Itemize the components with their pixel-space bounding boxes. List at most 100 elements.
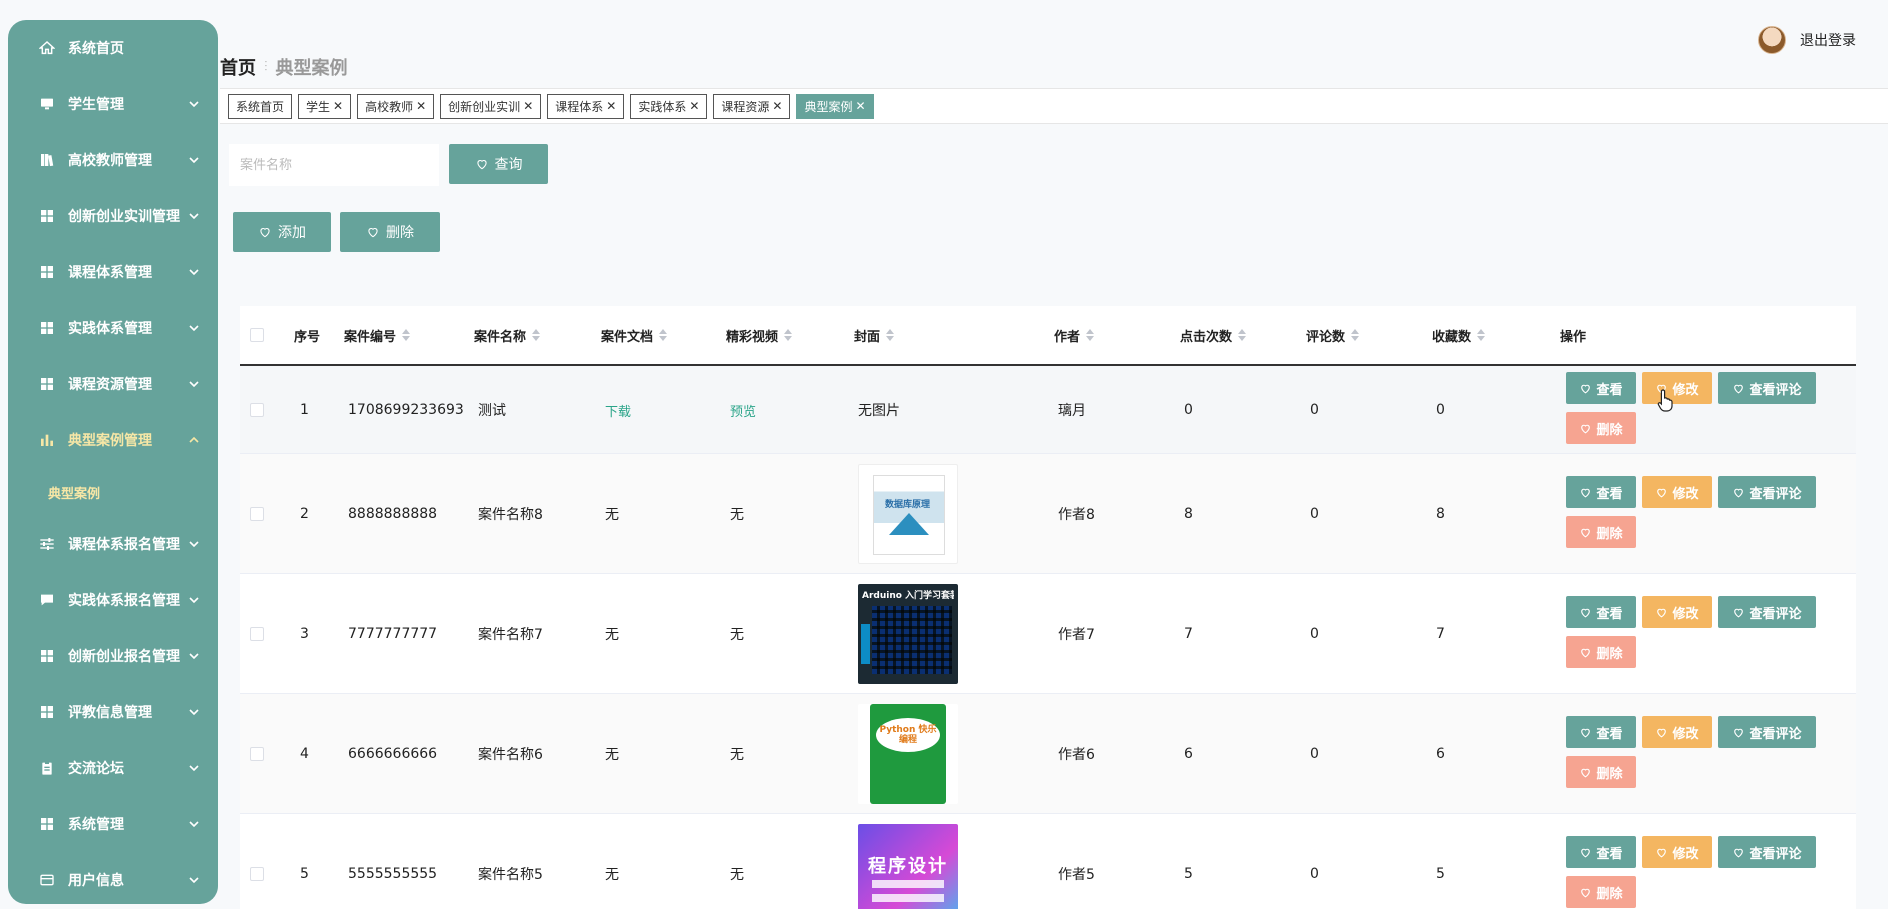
search-input[interactable]: [229, 144, 439, 186]
view-button[interactable]: 查看: [1566, 596, 1636, 628]
tag-1[interactable]: 学生 ✕: [298, 93, 352, 119]
sort-icon[interactable]: [1238, 329, 1247, 341]
sort-icon[interactable]: [1477, 329, 1486, 341]
column-header-1[interactable]: 案件编号: [344, 326, 411, 345]
heart-icon: [1581, 608, 1591, 617]
column-header-6[interactable]: 作者: [1054, 326, 1095, 345]
sidebar-item-8[interactable]: 课程体系报名管理: [8, 516, 218, 572]
table-row[interactable]: 3 7777777777 案件名称7 无 无 Arduino 入门学习套装 作者7 7 0 7 查看…: [240, 574, 1856, 694]
edit-button[interactable]: 修改: [1642, 476, 1712, 508]
view-button[interactable]: 查看: [1566, 716, 1636, 748]
sidebar-item-2[interactable]: 高校教师管理: [8, 132, 218, 188]
column-header-2[interactable]: 案件名称: [474, 326, 541, 345]
heart-icon: [1734, 728, 1744, 737]
close-icon[interactable]: ✕: [606, 99, 616, 113]
tag-0[interactable]: 系统首页: [228, 93, 293, 119]
row-checkbox[interactable]: [250, 507, 264, 521]
view-comments-button[interactable]: 查看评论: [1718, 596, 1816, 628]
cell-doc: 无: [605, 867, 619, 883]
row-delete-button[interactable]: 删除: [1566, 756, 1636, 788]
sidebar-item-7[interactable]: 典型案例管理: [8, 412, 218, 468]
sidebar-item-3[interactable]: 创新创业实训管理: [8, 188, 218, 244]
sort-icon[interactable]: [532, 329, 541, 341]
sidebar-item-12[interactable]: 交流论坛: [8, 740, 218, 796]
row-checkbox[interactable]: [250, 747, 264, 761]
logout-button[interactable]: 退出登录: [1800, 30, 1856, 50]
view-button[interactable]: 查看: [1566, 372, 1636, 404]
tag-7[interactable]: 典型案例 ✕: [796, 93, 874, 119]
sidebar-item-1[interactable]: 学生管理: [8, 76, 218, 132]
sidebar-item-10[interactable]: 创新创业报名管理: [8, 628, 218, 684]
column-header-7[interactable]: 点击次数: [1180, 326, 1247, 345]
edit-button[interactable]: 修改: [1642, 716, 1712, 748]
cell-video[interactable]: 预览: [730, 401, 756, 420]
close-icon[interactable]: ✕: [333, 99, 343, 113]
sidebar-item-11[interactable]: 评教信息管理: [8, 684, 218, 740]
table-row[interactable]: 5 5555555555 案件名称5 无无程序设计 作者5 5 0 5 查看 修改 查看评论 删除: [240, 814, 1856, 909]
tag-4[interactable]: 课程体系 ✕: [547, 93, 625, 119]
row-checkbox[interactable]: [250, 627, 264, 641]
tag-6[interactable]: 课程资源 ✕: [713, 93, 791, 119]
checkbox[interactable]: [250, 328, 264, 342]
sidebar-item-14[interactable]: 用户信息: [8, 852, 218, 904]
view-comments-button[interactable]: 查看评论: [1718, 372, 1816, 404]
sidebar-item-5[interactable]: 实践体系管理: [8, 300, 218, 356]
close-icon[interactable]: ✕: [689, 99, 699, 113]
sort-icon[interactable]: [1086, 329, 1095, 341]
sort-icon[interactable]: [659, 329, 668, 341]
edit-button[interactable]: 修改: [1642, 596, 1712, 628]
tag-5[interactable]: 实践体系 ✕: [630, 93, 708, 119]
sort-icon[interactable]: [886, 329, 895, 341]
cell-clicks: 0: [1184, 402, 1193, 418]
sidebar-item-6[interactable]: 课程资源管理: [8, 356, 218, 412]
cell-doc[interactable]: 下载: [605, 401, 631, 420]
avatar[interactable]: [1758, 26, 1786, 54]
table-row[interactable]: 2 8888888888 案件名称8 无 无 数据库原理 作者8 8 0 8 查看 修改 查看评论 删除: [240, 454, 1856, 574]
view-comments-button[interactable]: 查看评论: [1718, 476, 1816, 508]
cell-author: 作者6: [1058, 747, 1095, 763]
sidebar-item-9[interactable]: 实践体系报名管理: [8, 572, 218, 628]
search-button[interactable]: 查询: [449, 144, 548, 184]
row-checkbox[interactable]: [250, 867, 264, 881]
column-header-9[interactable]: 收藏数: [1432, 326, 1486, 345]
table-row[interactable]: 4 6666666666 案件名称6 无无 Python 快乐编程 作者6 6 0 6 查看 修改查…: [240, 694, 1856, 814]
column-header-8[interactable]: 评论数: [1306, 326, 1360, 345]
row-delete-button[interactable]: 删除: [1566, 876, 1636, 908]
tag-2[interactable]: 高校教师 ✕: [357, 93, 435, 119]
sidebar-item-0[interactable]: 系统首页: [8, 20, 218, 76]
sort-icon[interactable]: [784, 329, 793, 341]
view-comments-button[interactable]: 查看评论: [1718, 716, 1816, 748]
cover-image: Arduino 入门学习套装: [858, 584, 958, 684]
breadcrumb-home[interactable]: 首页: [220, 54, 256, 80]
row-delete-button[interactable]: 删除: [1566, 516, 1636, 548]
view-button[interactable]: 查看: [1566, 476, 1636, 508]
row-delete-button[interactable]: 删除: [1566, 412, 1636, 444]
submenu-item-typical-case[interactable]: 典型案例: [8, 468, 218, 516]
heart-icon: [1581, 728, 1591, 737]
row-checkbox[interactable]: [250, 403, 264, 417]
table-row[interactable]: 1 1708699233693 测试 下载 预览 无图片 璃月 0 0 0 查看 修改 查看评论 删除: [240, 366, 1856, 454]
edit-button[interactable]: 修改: [1642, 836, 1712, 868]
close-icon[interactable]: ✕: [416, 99, 426, 113]
close-icon[interactable]: ✕: [523, 99, 533, 113]
column-header-3[interactable]: 案件文档: [601, 326, 668, 345]
cell-author: 作者7: [1058, 627, 1095, 643]
sidebar-item-4[interactable]: 课程体系管理: [8, 244, 218, 300]
edit-label: 修改: [1672, 846, 1699, 862]
column-header-5[interactable]: 封面: [854, 326, 895, 345]
add-button[interactable]: 添加: [233, 212, 331, 252]
edit-button[interactable]: 修改: [1642, 372, 1712, 404]
delete-button[interactable]: 删除: [340, 212, 440, 252]
select-all-checkbox[interactable]: [250, 328, 264, 342]
close-icon[interactable]: ✕: [856, 99, 866, 113]
grid-icon: [38, 815, 56, 833]
view-button[interactable]: 查看: [1566, 836, 1636, 868]
view-comments-button[interactable]: 查看评论: [1718, 836, 1816, 868]
row-delete-button[interactable]: 删除: [1566, 636, 1636, 668]
sidebar-item-13[interactable]: 系统管理: [8, 796, 218, 852]
column-header-4[interactable]: 精彩视频: [726, 326, 793, 345]
sort-icon[interactable]: [1351, 329, 1360, 341]
close-icon[interactable]: ✕: [772, 99, 782, 113]
tag-3[interactable]: 创新创业实训 ✕: [440, 93, 542, 119]
sort-icon[interactable]: [402, 329, 411, 341]
